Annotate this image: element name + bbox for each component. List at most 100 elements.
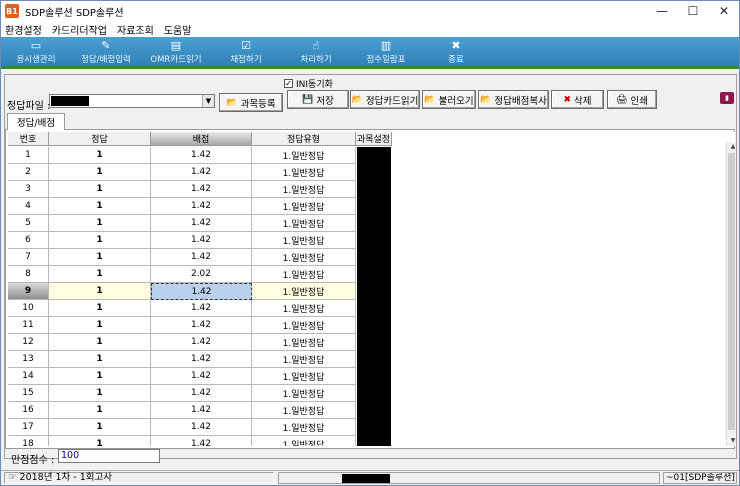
- cell-number[interactable]: 8: [8, 266, 49, 283]
- cell-answer-type[interactable]: 1.일반정답: [252, 215, 356, 232]
- cell-answer[interactable]: 1: [49, 164, 151, 181]
- cell-score[interactable]: 1.42: [151, 215, 252, 232]
- cell-answer[interactable]: 1: [49, 334, 151, 351]
- answer-score-copy-button[interactable]: 📂 정답배점복사: [478, 90, 549, 109]
- cell-answer-type[interactable]: 1.일반정답: [252, 164, 356, 181]
- toolbar-score-list[interactable]: ▥ 점수일람표: [351, 37, 421, 66]
- table-row[interactable]: 8 1 2.02 1.일반정답: [8, 266, 356, 283]
- toolbar-grading[interactable]: ☑ 채점하기: [211, 37, 281, 66]
- cell-number[interactable]: 14: [8, 368, 49, 385]
- cell-answer[interactable]: 1: [49, 317, 151, 334]
- maximize-button[interactable]: ☐: [678, 1, 708, 21]
- cell-number[interactable]: 11: [8, 317, 49, 334]
- cell-score[interactable]: 1.42: [151, 232, 252, 249]
- cell-number[interactable]: 3: [8, 181, 49, 198]
- cell-answer-type[interactable]: 1.일반정답: [252, 419, 356, 436]
- toolbar-examinee-management[interactable]: ▭ 응시생관리: [1, 37, 71, 66]
- cell-score[interactable]: 2.02: [151, 266, 252, 283]
- cell-answer[interactable]: 1: [49, 232, 151, 249]
- cell-answer-type[interactable]: 1.일반정답: [252, 266, 356, 283]
- full-score-input[interactable]: 100: [58, 449, 160, 463]
- toolbar-processing[interactable]: ☝ 처리하기: [281, 37, 351, 66]
- table-row[interactable]: 16 1 1.42 1.일반정답: [8, 402, 356, 419]
- table-row[interactable]: 12 1 1.42 1.일반정답: [8, 334, 356, 351]
- toolbar-omr-read[interactable]: ▤ OMR카드읽기: [141, 37, 211, 66]
- header-subject-setting[interactable]: 과목설정: [356, 132, 392, 146]
- cell-number[interactable]: 18: [8, 436, 49, 446]
- cell-score[interactable]: 1.42: [151, 164, 252, 181]
- cell-score[interactable]: 1.42: [151, 385, 252, 402]
- minimize-button[interactable]: —: [647, 1, 677, 21]
- cell-score[interactable]: 1.42: [151, 283, 252, 300]
- scroll-up-icon[interactable]: ▲: [727, 142, 735, 152]
- menu-data-query[interactable]: 자료조회: [117, 22, 154, 37]
- cell-number[interactable]: 7: [8, 249, 49, 266]
- cell-answer-type[interactable]: 1.일반정답: [252, 147, 356, 164]
- book-icon[interactable]: ▮: [720, 92, 734, 104]
- cell-number[interactable]: 13: [8, 351, 49, 368]
- tab-answer-score[interactable]: 정답/배점: [7, 113, 65, 130]
- cell-answer-type[interactable]: 1.일반정답: [252, 436, 356, 446]
- cell-number[interactable]: 9: [8, 283, 49, 300]
- cell-score[interactable]: 1.42: [151, 334, 252, 351]
- cell-number[interactable]: 17: [8, 419, 49, 436]
- cell-answer-type[interactable]: 1.일반정답: [252, 198, 356, 215]
- header-number[interactable]: 번호: [8, 132, 49, 146]
- table-row[interactable]: 7 1 1.42 1.일반정답: [8, 249, 356, 266]
- cell-answer[interactable]: 1: [49, 436, 151, 446]
- cell-answer[interactable]: 1: [49, 147, 151, 164]
- answer-file-select[interactable]: ▼: [49, 94, 215, 108]
- cell-number[interactable]: 5: [8, 215, 49, 232]
- toolbar-answer-score-input[interactable]: ✎ 정답/배점입력: [71, 37, 141, 66]
- save-button[interactable]: 💾 저장: [287, 90, 349, 109]
- cell-number[interactable]: 15: [8, 385, 49, 402]
- cell-answer-type[interactable]: 1.일반정답: [252, 249, 356, 266]
- load-button[interactable]: 📂 불러오기: [422, 90, 476, 109]
- scroll-thumb[interactable]: [728, 153, 735, 430]
- close-window-button[interactable]: ✕: [709, 1, 739, 21]
- cell-answer-type[interactable]: 1.일반정답: [252, 368, 356, 385]
- cell-answer[interactable]: 1: [49, 402, 151, 419]
- cell-score[interactable]: 1.42: [151, 402, 252, 419]
- menu-help[interactable]: 도움말: [164, 22, 192, 37]
- cell-score[interactable]: 1.42: [151, 300, 252, 317]
- cell-answer-type[interactable]: 1.일반정답: [252, 317, 356, 334]
- cell-score[interactable]: 1.42: [151, 249, 252, 266]
- cell-score[interactable]: 1.42: [151, 419, 252, 436]
- cell-answer[interactable]: 1: [49, 385, 151, 402]
- cell-number[interactable]: 6: [8, 232, 49, 249]
- vertical-scrollbar[interactable]: ▲ ▼: [726, 142, 735, 446]
- cell-answer-type[interactable]: 1.일반정답: [252, 300, 356, 317]
- table-row[interactable]: 1 1 1.42 1.일반정답: [8, 147, 356, 164]
- cell-answer-type[interactable]: 1.일반정답: [252, 181, 356, 198]
- table-row[interactable]: 10 1 1.42 1.일반정답: [8, 300, 356, 317]
- cell-answer-type[interactable]: 1.일반정답: [252, 283, 356, 300]
- header-answer[interactable]: 정답: [49, 132, 151, 146]
- cell-answer-type[interactable]: 1.일반정답: [252, 351, 356, 368]
- table-row[interactable]: 11 1 1.42 1.일반정답: [8, 317, 356, 334]
- cell-answer[interactable]: 1: [49, 198, 151, 215]
- cell-answer[interactable]: 1: [49, 181, 151, 198]
- cell-number[interactable]: 10: [8, 300, 49, 317]
- cell-score[interactable]: 1.42: [151, 368, 252, 385]
- cell-score[interactable]: 1.42: [151, 351, 252, 368]
- cell-number[interactable]: 4: [8, 198, 49, 215]
- table-row[interactable]: 14 1 1.42 1.일반정답: [8, 368, 356, 385]
- table-row[interactable]: 2 1 1.42 1.일반정답: [8, 164, 356, 181]
- subject-register-button[interactable]: 📂 과목등록: [219, 93, 283, 112]
- header-answer-type[interactable]: 정답유형: [252, 132, 356, 146]
- chevron-down-icon[interactable]: ▼: [202, 95, 214, 107]
- cell-score[interactable]: 1.42: [151, 147, 252, 164]
- cell-answer[interactable]: 1: [49, 419, 151, 436]
- scroll-down-icon[interactable]: ▼: [727, 436, 735, 446]
- table-row[interactable]: 17 1 1.42 1.일반정답: [8, 419, 356, 436]
- cell-number[interactable]: 12: [8, 334, 49, 351]
- header-score[interactable]: 배점: [151, 132, 252, 146]
- answer-card-read-button[interactable]: 📂 정답카드읽기: [350, 90, 420, 109]
- cell-answer-type[interactable]: 1.일반정답: [252, 334, 356, 351]
- checkbox-box[interactable]: ✓: [284, 79, 293, 88]
- cell-score[interactable]: 1.42: [151, 436, 252, 446]
- cell-answer[interactable]: 1: [49, 368, 151, 385]
- cell-answer[interactable]: 1: [49, 351, 151, 368]
- table-row[interactable]: 4 1 1.42 1.일반정답: [8, 198, 356, 215]
